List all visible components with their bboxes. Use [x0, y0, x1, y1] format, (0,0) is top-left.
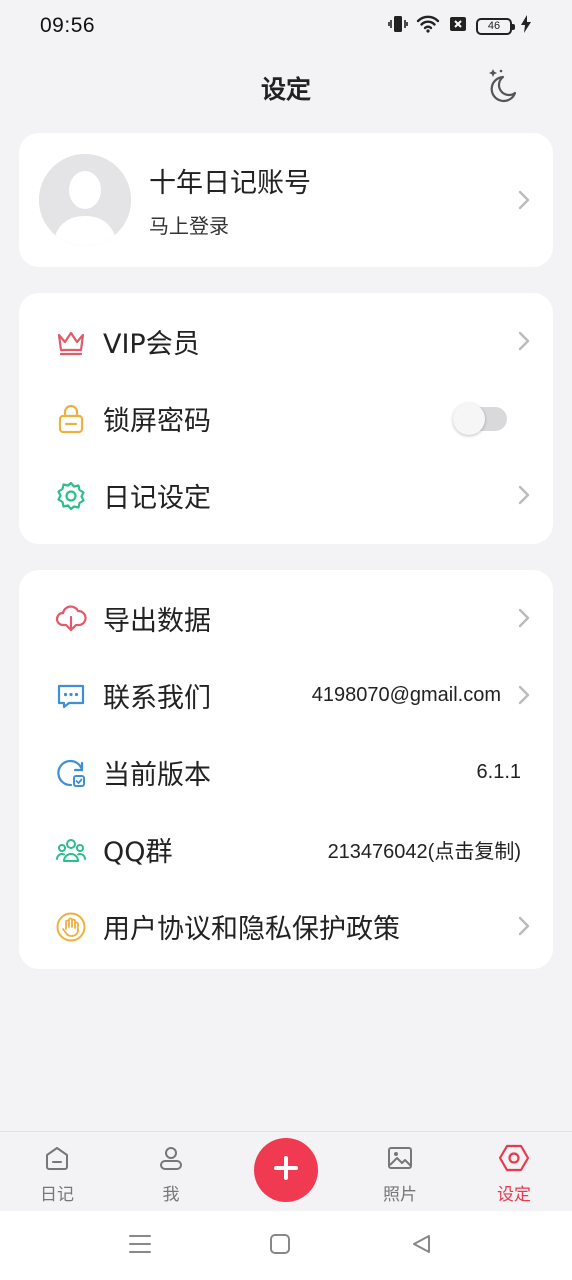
- menu-item-label: 导出数据: [103, 606, 211, 637]
- tab-me[interactable]: 我: [131, 1132, 211, 1212]
- menu-item-current-version[interactable]: 当前版本 6.1.1: [19, 734, 553, 811]
- status-time: 09:56: [40, 14, 96, 37]
- lock-icon: [55, 403, 87, 435]
- lock-password-toggle[interactable]: [453, 402, 507, 435]
- menu-item-label: 锁屏密码: [103, 406, 211, 437]
- menu-item-label: 日记设定: [103, 483, 211, 514]
- menu-icon: [128, 1233, 152, 1259]
- menu-item-qq-group[interactable]: QQ群 213476042(点击复制): [19, 811, 553, 888]
- page-header: 设定: [0, 60, 572, 116]
- tab-settings[interactable]: 设定: [474, 1132, 554, 1212]
- home-button[interactable]: [267, 1233, 293, 1259]
- system-nav-bar: [0, 1211, 572, 1280]
- menu-item-diary-settings[interactable]: 日记设定: [19, 457, 553, 534]
- tab-photos[interactable]: 照片: [360, 1132, 440, 1212]
- contact-email: 4198070@gmail.com: [311, 684, 501, 706]
- profile-name: 十年日记账号: [149, 168, 311, 199]
- menu-item-label: 当前版本: [103, 760, 211, 791]
- menu-item-label: 联系我们: [103, 683, 211, 714]
- home-icon: [43, 1144, 71, 1176]
- settings-group-2: 导出数据 联系我们 4198070@gmail.com 当前版本 6.1.1 Q…: [19, 570, 553, 969]
- login-prompt: 马上登录: [149, 214, 229, 238]
- hexagon-settings-icon: [498, 1144, 530, 1176]
- menu-item-label: QQ群: [103, 837, 173, 868]
- hand-icon: [55, 911, 87, 943]
- bottom-tab-bar: 日记 我 照片 设定: [0, 1131, 572, 1211]
- menu-item-label: 用户协议和隐私保护政策: [103, 914, 400, 945]
- profile-text: 十年日记账号 马上登录: [149, 161, 533, 239]
- battery-indicator: 46: [476, 17, 515, 35]
- menu-item-vip[interactable]: VIP会员: [19, 303, 553, 380]
- chevron-right-icon: [517, 330, 531, 352]
- image-icon: [386, 1144, 414, 1176]
- qq-group-number[interactable]: 213476042(点击复制): [328, 835, 521, 864]
- group-icon: [55, 834, 87, 866]
- menu-item-label: VIP会员: [103, 329, 200, 360]
- gear-icon: [55, 480, 87, 512]
- status-icons: 46: [388, 14, 532, 38]
- square-icon: [269, 1233, 291, 1259]
- plus-icon: [272, 1154, 300, 1186]
- menu-item-export-data[interactable]: 导出数据: [19, 580, 553, 657]
- settings-group-1: VIP会员 锁屏密码 日记设定: [19, 293, 553, 544]
- night-mode-button[interactable]: [478, 66, 520, 108]
- avatar: [39, 154, 131, 246]
- back-button[interactable]: [408, 1233, 434, 1259]
- menu-item-lock-password: 锁屏密码: [19, 380, 553, 457]
- version-value: 6.1.1: [476, 761, 521, 783]
- charging-icon: [520, 14, 532, 38]
- menu-item-contact-us[interactable]: 联系我们 4198070@gmail.com: [19, 657, 553, 734]
- add-diary-button[interactable]: [254, 1138, 318, 1202]
- back-triangle-icon: [410, 1233, 432, 1259]
- menu-item-privacy-policy[interactable]: 用户协议和隐私保护政策: [19, 888, 553, 965]
- moon-icon: [479, 65, 519, 109]
- tab-label: 照片: [383, 1185, 417, 1205]
- page-title: 设定: [260, 75, 311, 104]
- tab-label: 日记: [40, 1185, 74, 1205]
- no-sim-icon: [448, 14, 468, 38]
- status-bar: 09:56 46: [0, 0, 572, 52]
- chevron-right-icon: [517, 189, 531, 211]
- chevron-right-icon: [517, 484, 531, 506]
- tab-label: 设定: [497, 1185, 531, 1205]
- tab-label: 我: [162, 1185, 180, 1205]
- wifi-icon: [416, 14, 440, 38]
- crown-icon: [55, 326, 87, 358]
- vibrate-icon: [388, 14, 408, 38]
- cloud-download-icon: [55, 603, 87, 635]
- chat-icon: [55, 680, 87, 712]
- chevron-right-icon: [517, 684, 531, 706]
- chevron-right-icon: [517, 607, 531, 629]
- update-icon: [55, 757, 87, 789]
- recent-apps-button[interactable]: [127, 1233, 153, 1259]
- toggle-knob: [453, 402, 485, 435]
- profile-card[interactable]: 十年日记账号 马上登录: [19, 133, 553, 267]
- chevron-right-icon: [517, 915, 531, 937]
- tab-diary[interactable]: 日记: [17, 1132, 97, 1212]
- person-icon: [157, 1144, 185, 1176]
